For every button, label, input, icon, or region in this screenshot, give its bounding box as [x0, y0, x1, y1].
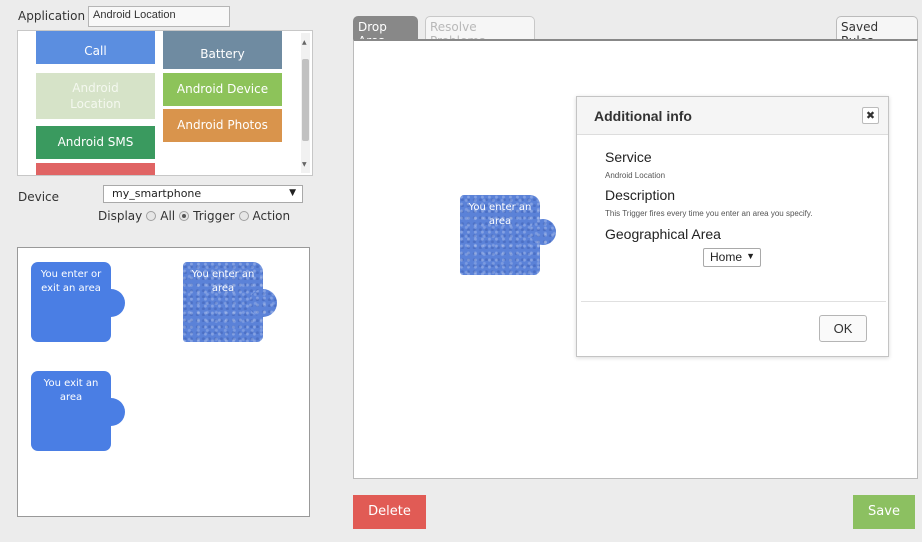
- service-tile-location[interactable]: Android Location: [36, 73, 155, 119]
- service-tile-label: Android Device: [176, 82, 269, 97]
- service-tile-label: Android Location: [70, 80, 121, 111]
- service-tile-partial[interactable]: [36, 163, 155, 175]
- tab-drop-area[interactable]: Drop Area: [353, 16, 418, 48]
- service-tile-label: Call: [84, 44, 107, 59]
- radio-trigger[interactable]: [179, 211, 190, 221]
- scroll-up-icon[interactable]: ▲: [302, 39, 307, 46]
- dialog-header: Additional info ✖: [577, 97, 888, 135]
- scroll-down-icon[interactable]: ▼: [302, 161, 307, 168]
- radio-all-label: All: [160, 209, 176, 223]
- save-button[interactable]: Save: [853, 495, 915, 529]
- radio-action[interactable]: [238, 211, 249, 221]
- puzzle-piece-label: You enter an area: [191, 269, 255, 294]
- close-icon[interactable]: ✖: [862, 107, 879, 124]
- service-tile-device[interactable]: Android Device: [163, 73, 282, 106]
- additional-info-dialog: Additional info ✖ Service Android Locati…: [576, 96, 889, 357]
- service-heading: Service: [605, 149, 652, 165]
- trigger-palette: You enter or exit an area You enter an a…: [17, 247, 310, 517]
- description-heading: Description: [605, 187, 676, 203]
- service-tile-label: Android SMS: [57, 135, 134, 150]
- display-filter-label: Display: [98, 209, 143, 223]
- area-select-value: Home: [710, 250, 743, 264]
- service-tile-label: Battery: [200, 46, 245, 61]
- device-select[interactable]: my_smartphone ▼: [103, 185, 303, 203]
- chevron-down-icon: ▼: [289, 188, 296, 198]
- chevron-down-icon: ▼: [746, 251, 755, 261]
- service-tile-phone-call[interactable]: Call: [36, 31, 155, 64]
- service-value: Android Location: [605, 171, 666, 180]
- radio-trigger-label: Trigger: [193, 209, 235, 223]
- puzzle-piece-label: You enter or exit an area: [40, 269, 102, 294]
- services-scroll-thumb[interactable]: [302, 59, 309, 141]
- application-input[interactable]: Android Location: [88, 6, 230, 27]
- service-tile-battery[interactable]: Battery: [163, 31, 282, 69]
- service-tile-sms[interactable]: Android SMS: [36, 126, 155, 159]
- services-scrollbar[interactable]: ▲ ▼: [301, 33, 310, 173]
- geographical-area-heading: Geographical Area: [605, 226, 721, 242]
- tab-saved-rules[interactable]: Saved Rules: [836, 16, 918, 48]
- dialog-title: Additional info: [594, 108, 692, 124]
- delete-button[interactable]: Delete: [353, 495, 426, 529]
- services-list[interactable]: Call Battery Android Location Android De…: [17, 30, 313, 176]
- application-label: Application: [18, 9, 86, 23]
- tab-resolve-problems[interactable]: Resolve Problems: [425, 16, 535, 48]
- geographical-area-select[interactable]: Home ▼: [703, 248, 761, 267]
- service-tile-label: Android Photos: [177, 118, 268, 133]
- puzzle-piece-label: You enter an area: [468, 202, 532, 227]
- device-select-value: my_smartphone: [112, 187, 202, 200]
- radio-all[interactable]: [146, 211, 157, 221]
- display-filter: Display All Trigger Action: [98, 209, 290, 223]
- puzzle-piece-label: You exit an area: [43, 378, 99, 403]
- device-label: Device: [18, 190, 60, 204]
- service-tile-photos[interactable]: Android Photos: [163, 109, 282, 142]
- radio-action-label: Action: [252, 209, 291, 223]
- description-value: This Trigger fires every time you enter …: [605, 209, 813, 218]
- ok-button[interactable]: OK: [819, 315, 867, 342]
- dialog-divider: [581, 301, 886, 302]
